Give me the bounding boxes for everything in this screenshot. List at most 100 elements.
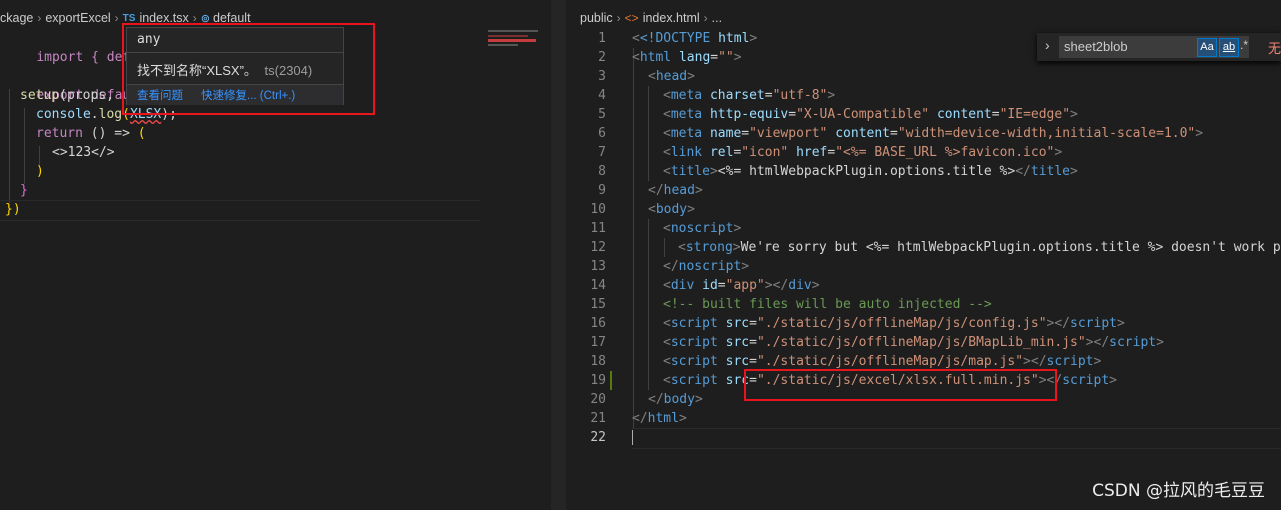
code-token: < bbox=[663, 145, 671, 160]
code-token: > bbox=[827, 88, 836, 103]
code-token: http-equiv bbox=[709, 107, 789, 122]
regex-toggle[interactable]: .* bbox=[1240, 38, 1254, 52]
minimap[interactable] bbox=[480, 30, 550, 90]
breadcrumb-item[interactable]: ... bbox=[712, 11, 722, 25]
chevron-right-icon: › bbox=[616, 11, 621, 25]
code-token: content bbox=[936, 107, 992, 122]
code-token: script bbox=[1062, 373, 1110, 388]
annotation-box bbox=[122, 23, 375, 115]
whole-word-toggle[interactable]: ab bbox=[1219, 38, 1239, 57]
code-token: "./static/js/offlineMap/js/map.js" bbox=[756, 354, 1024, 369]
code-line: <meta charset="utf-8"> bbox=[663, 86, 835, 105]
code-token: < bbox=[663, 354, 671, 369]
current-line-highlight bbox=[632, 428, 1281, 449]
code-token: "viewport" bbox=[749, 126, 828, 141]
code-line: </body> bbox=[648, 390, 703, 409]
text-cursor bbox=[632, 430, 633, 445]
code-token: script bbox=[1046, 354, 1094, 369]
find-input[interactable]: sheet2blob Aa ab .* bbox=[1059, 36, 1249, 58]
code-token: <!DOCTYPE bbox=[639, 31, 719, 46]
annotation-box bbox=[744, 369, 1057, 401]
code-token: > bbox=[1109, 373, 1117, 388]
watermark: CSDN @拉风的毛豆豆 bbox=[1092, 481, 1265, 501]
code-token: > bbox=[1070, 107, 1078, 122]
code-line: <body> bbox=[648, 200, 695, 219]
code-token: </ bbox=[663, 259, 679, 274]
code-token: > bbox=[687, 202, 695, 217]
match-case-toggle[interactable]: Aa bbox=[1197, 38, 1217, 57]
code-token: > bbox=[741, 259, 750, 274]
code-token: noscript bbox=[670, 221, 734, 236]
code-token: strong bbox=[685, 240, 733, 255]
code-token: ) bbox=[36, 164, 44, 179]
html-icon: <> bbox=[624, 11, 639, 25]
code-token: < bbox=[663, 164, 671, 179]
code-token: ></ bbox=[1085, 335, 1110, 350]
code-token: ></ bbox=[1046, 316, 1071, 331]
code-line: <link rel="icon" href="<%= BASE_URL %>fa… bbox=[663, 143, 1062, 162]
code-token: </ bbox=[632, 411, 648, 426]
code-token: "<%= BASE_URL %>favicon.ico" bbox=[835, 145, 1055, 160]
code-token: </ bbox=[648, 183, 664, 198]
code-token: = bbox=[764, 88, 773, 103]
code-token: html bbox=[639, 50, 672, 65]
line-number: 9 bbox=[598, 183, 606, 198]
line-number: 2 bbox=[598, 50, 606, 65]
code-token: > bbox=[1116, 316, 1125, 331]
code-line: return () => ( bbox=[36, 124, 146, 143]
line-number: 3 bbox=[598, 69, 606, 84]
code-token: = bbox=[991, 107, 1000, 122]
chevron-right-icon[interactable]: › bbox=[1045, 37, 1050, 53]
code-token: > bbox=[811, 278, 820, 293]
code-line: <div id="app"></div> bbox=[663, 276, 820, 295]
code-token: > bbox=[733, 50, 742, 65]
code-token: = bbox=[788, 107, 797, 122]
code-line: <html lang=""> bbox=[632, 48, 742, 67]
code-token: < bbox=[678, 240, 686, 255]
code-token: . bbox=[90, 107, 99, 122]
code-token: charset bbox=[709, 88, 765, 103]
code-token: < bbox=[648, 202, 656, 217]
code-token: script bbox=[670, 335, 718, 350]
code-token: div bbox=[670, 278, 695, 293]
editor-splitter[interactable] bbox=[551, 0, 566, 510]
code-token: body bbox=[655, 202, 688, 217]
code-line: <>123</> bbox=[52, 143, 115, 162]
code-token: > bbox=[1156, 335, 1164, 350]
breadcrumb-item[interactable]: exportExcel bbox=[45, 11, 110, 25]
code-line: } bbox=[20, 181, 28, 200]
line-number: 7 bbox=[598, 145, 606, 160]
code-token: setup bbox=[20, 88, 60, 103]
code-line: <noscript> bbox=[663, 219, 741, 238]
code-token: html bbox=[718, 31, 750, 46]
code-token: < bbox=[663, 278, 671, 293]
code-token: script bbox=[1109, 335, 1157, 350]
code-token: title bbox=[670, 164, 710, 179]
code-token: > bbox=[694, 392, 703, 407]
code-token: < bbox=[663, 335, 671, 350]
code-line: <script src="./static/js/offlineMap/js/c… bbox=[663, 314, 1125, 333]
code-token: = bbox=[749, 335, 757, 350]
code-token: > bbox=[1054, 145, 1063, 160]
left-editor[interactable]: ckage › exportExcel › TS index.tsx › ⊚ d… bbox=[0, 0, 551, 510]
indent-guide bbox=[633, 48, 634, 428]
line-number: 16 bbox=[590, 316, 606, 331]
code-token: head bbox=[663, 183, 695, 198]
code-token: href bbox=[796, 145, 828, 160]
code-token: script bbox=[1070, 316, 1117, 331]
indent-guide bbox=[648, 219, 649, 390]
code-line: <script src="./static/js/offlineMap/js/B… bbox=[663, 333, 1164, 352]
line-number: 20 bbox=[590, 392, 606, 407]
code-token: src bbox=[725, 354, 750, 369]
current-line-highlight bbox=[0, 200, 480, 221]
breadcrumb-item[interactable]: ckage bbox=[0, 11, 33, 25]
code-token: return bbox=[36, 126, 83, 141]
code-line: <meta http-equiv="X-UA-Compatible" conte… bbox=[663, 105, 1078, 124]
code-token: < bbox=[663, 88, 671, 103]
code-token: "utf-8" bbox=[772, 88, 828, 103]
breadcrumb-file[interactable]: index.html bbox=[643, 11, 700, 25]
right-editor[interactable]: public › <> index.html › ... 1 2 3 4 5 6 7 8 9 10… bbox=[566, 0, 1281, 510]
line-number: 13 bbox=[590, 259, 606, 274]
breadcrumb-item[interactable]: public bbox=[580, 11, 613, 25]
code-token: rel bbox=[709, 145, 734, 160]
